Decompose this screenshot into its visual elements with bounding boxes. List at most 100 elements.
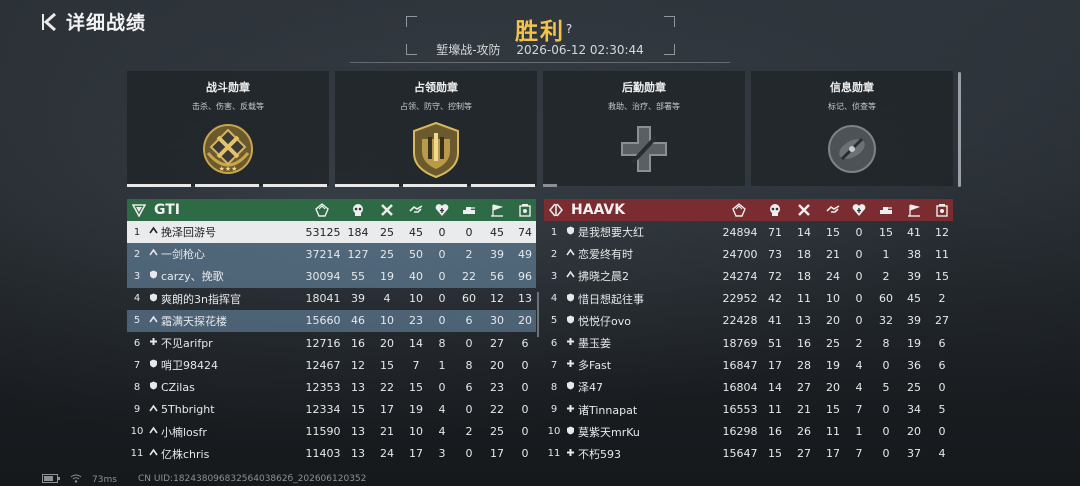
stat-vehicle: 0 xyxy=(882,447,890,461)
player-name: 霜满天探花楼 xyxy=(161,314,227,328)
medal-title: 战斗勋章 xyxy=(206,81,250,94)
support-class-icon xyxy=(566,381,575,393)
player-name-cell: 恋爱终有时 xyxy=(566,246,633,262)
player-row[interactable]: 1 是我想要大红 24894 71 14 15 0 15 41 12 xyxy=(544,221,953,243)
player-row[interactable]: 11 不朽593 15647 15 27 17 7 0 37 4 xyxy=(544,443,953,465)
player-name: 不见arifpr xyxy=(161,337,213,351)
player-row[interactable]: 9 诸Tinnapat 16553 11 21 15 7 0 34 5 xyxy=(544,399,953,421)
player-row[interactable]: 6 墨玉姜 18769 51 16 25 2 8 19 6 xyxy=(544,332,953,354)
stat-vehicle: 32 xyxy=(879,314,893,328)
stat-capture: 39 xyxy=(907,314,921,328)
player-row[interactable]: 8 CZilas 12353 13 22 15 0 6 23 0 xyxy=(127,376,536,398)
player-row[interactable]: 7 多Fast 16847 17 28 19 4 0 36 6 xyxy=(544,354,953,376)
stat-score: 22428 xyxy=(722,314,758,328)
stat-vehicle: 2 xyxy=(882,269,890,283)
player-name-cell: 是我想要大红 xyxy=(566,224,644,240)
stat-kills: 42 xyxy=(768,292,782,306)
stat-assists: 15 xyxy=(826,403,840,417)
medal-card-logistics[interactable]: 后勤勋章 救助、治疗、部署等 xyxy=(543,71,745,186)
kills-icon xyxy=(353,204,363,216)
player-row[interactable]: 2 恋爱终有时 24700 73 18 21 0 1 38 11 xyxy=(544,243,953,265)
capture-icon xyxy=(491,204,504,217)
player-row[interactable]: 3 拂晓之晨2 24274 72 18 24 0 2 39 15 xyxy=(544,265,953,287)
medal-subtitle: 标记、侦查等 xyxy=(828,102,876,111)
vehicle-icon xyxy=(880,207,892,214)
stat-capture: 17 xyxy=(490,447,504,461)
stat-vehicle: 6 xyxy=(465,314,473,328)
medal-scrollbar[interactable] xyxy=(958,72,961,187)
logistics-medal-icon xyxy=(614,119,674,179)
player-row[interactable]: 2 一剑枪心 37214 127 25 50 0 2 39 49 xyxy=(127,243,536,266)
assault-class-icon xyxy=(149,315,158,327)
stat-deaths: 24 xyxy=(380,447,394,461)
medal-card-combat[interactable]: 战斗勋章 击杀、伤害、反载等 ★★★ xyxy=(127,71,329,186)
player-row[interactable]: 4 惜日想起往事 22952 42 11 10 0 60 45 2 xyxy=(544,288,953,310)
intel-medal-icon xyxy=(822,119,882,179)
player-row[interactable]: 6 不见arifpr 12716 16 20 14 8 0 27 6 xyxy=(127,332,536,354)
stat-revives: 0 xyxy=(438,269,446,283)
player-row[interactable]: 10 莫紫天mrKu 16298 16 26 11 1 0 20 0 xyxy=(544,421,953,443)
stat-revives: 0 xyxy=(855,314,863,328)
stat-vehicle: 22 xyxy=(462,269,476,283)
revives-icon xyxy=(852,204,866,216)
stat-score: 12467 xyxy=(305,358,341,372)
player-row[interactable]: 5 悦悦仔ovo 22428 41 13 20 0 32 39 27 xyxy=(544,310,953,332)
stat-capture: 56 xyxy=(490,269,504,283)
player-row[interactable]: 8 泽47 16804 14 27 20 4 5 25 0 xyxy=(544,376,953,398)
stat-score: 16804 xyxy=(722,380,758,394)
player-row[interactable]: 4 爽朗的3n指挥官 18041 39 4 10 0 60 12 13 xyxy=(127,288,536,310)
player-name-cell: 一剑枪心 xyxy=(149,246,205,262)
stat-deaths: 15 xyxy=(380,358,394,372)
player-name: 惜日想起往事 xyxy=(578,292,644,306)
assault-class-icon xyxy=(149,448,158,460)
player-row[interactable]: 5 霜满天探花楼 15660 46 10 23 0 6 30 20 xyxy=(127,309,536,332)
player-row[interactable]: 3 carzy、挽歌 30094 55 19 40 0 22 56 96 xyxy=(127,265,536,288)
player-row[interactable]: 7 哨卫98424 12467 12 15 7 1 8 20 0 xyxy=(127,354,536,376)
player-row[interactable]: 1 挽泽回游号 53125 184 25 45 0 0 45 74 xyxy=(127,221,536,244)
player-rank: 9 xyxy=(133,404,141,416)
stat-vehicle: 0 xyxy=(465,225,473,239)
medic-class-icon xyxy=(566,404,575,416)
medal-card-capture[interactable]: 占领勋章 占领、防守、控制等 xyxy=(335,71,537,186)
medal-title: 占领勋章 xyxy=(414,81,458,94)
player-row[interactable]: 9 5Thbright 12334 15 17 19 4 0 22 0 xyxy=(127,399,536,421)
player-row[interactable]: 10 小楠losfr 11590 13 21 10 4 2 25 0 xyxy=(127,421,536,443)
player-rank: 10 xyxy=(130,426,144,438)
ping-text: 73ms xyxy=(92,475,117,485)
medal-progress-capture xyxy=(335,184,537,188)
stat-assists: 20 xyxy=(826,380,840,394)
stat-capture: 22 xyxy=(490,403,504,417)
stat-supply: 74 xyxy=(518,225,532,239)
stat-assists: 10 xyxy=(409,292,423,306)
player-name: 拂晓之晨2 xyxy=(578,270,629,284)
stat-capture: 36 xyxy=(907,358,921,372)
stat-deaths: 22 xyxy=(380,380,394,394)
stat-capture: 19 xyxy=(907,336,921,350)
wifi-icon xyxy=(70,474,82,486)
player-name-cell: 悦悦仔ovo xyxy=(566,313,631,329)
medal-subtitle: 击杀、伤害、反载等 xyxy=(192,102,264,111)
stat-supply: 49 xyxy=(518,247,532,261)
stat-supply: 4 xyxy=(938,447,946,461)
medic-class-icon xyxy=(566,359,575,371)
stat-deaths: 11 xyxy=(797,292,811,306)
support-class-icon xyxy=(566,293,575,305)
player-rank: 3 xyxy=(133,270,141,282)
player-name-cell: 哨卫98424 xyxy=(149,357,218,373)
stat-score: 15647 xyxy=(722,447,758,461)
stat-vehicle: 60 xyxy=(462,292,476,306)
help-icon[interactable]: ? xyxy=(562,22,576,36)
medal-card-intel[interactable]: 信息勋章 标记、侦查等 xyxy=(751,71,953,186)
stat-revives: 2 xyxy=(855,336,863,350)
stat-kills: 39 xyxy=(351,292,365,306)
player-rank: 11 xyxy=(547,448,561,460)
player-name-cell: 泽47 xyxy=(566,379,603,395)
team-scrollbar[interactable] xyxy=(537,292,539,337)
stat-score: 18041 xyxy=(305,292,341,306)
stat-revives: 4 xyxy=(855,358,863,372)
stat-vehicle: 2 xyxy=(465,425,473,439)
stat-deaths: 26 xyxy=(797,425,811,439)
player-row[interactable]: 11 亿株chris 11403 13 24 17 3 0 17 0 xyxy=(127,443,536,465)
assault-class-icon xyxy=(149,248,158,260)
stat-supply: 15 xyxy=(935,269,949,283)
